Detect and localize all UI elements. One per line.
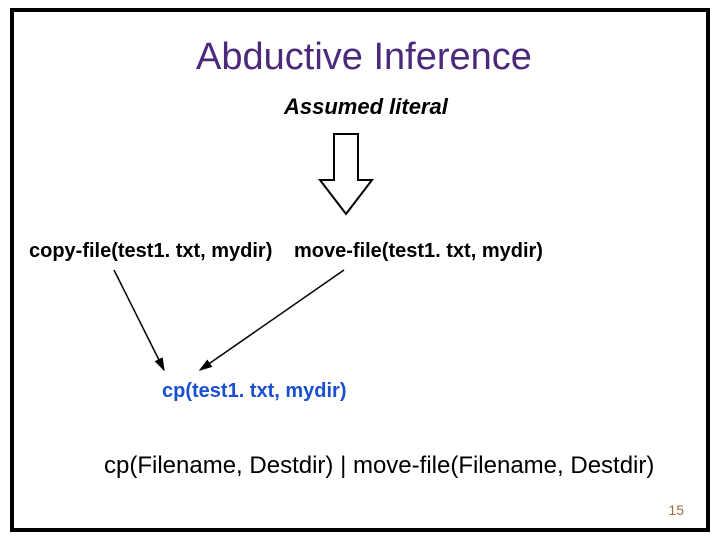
page-number: 15 (668, 502, 684, 518)
slide-title: Abductive Inference (14, 36, 714, 79)
assumed-literal-label: Assumed literal (284, 94, 448, 120)
slide-frame: Abductive Inference Assumed literal copy… (10, 8, 710, 532)
cp-literal: cp(test1. txt, mydir) (162, 380, 346, 403)
copy-file-literal: copy-file(test1. txt, mydir) (29, 240, 272, 263)
move-file-literal: move-file(test1. txt, mydir) (294, 240, 543, 263)
down-arrow-icon (316, 132, 376, 222)
inference-rule: cp(Filename, Destdir) | move-file(Filena… (104, 452, 654, 480)
